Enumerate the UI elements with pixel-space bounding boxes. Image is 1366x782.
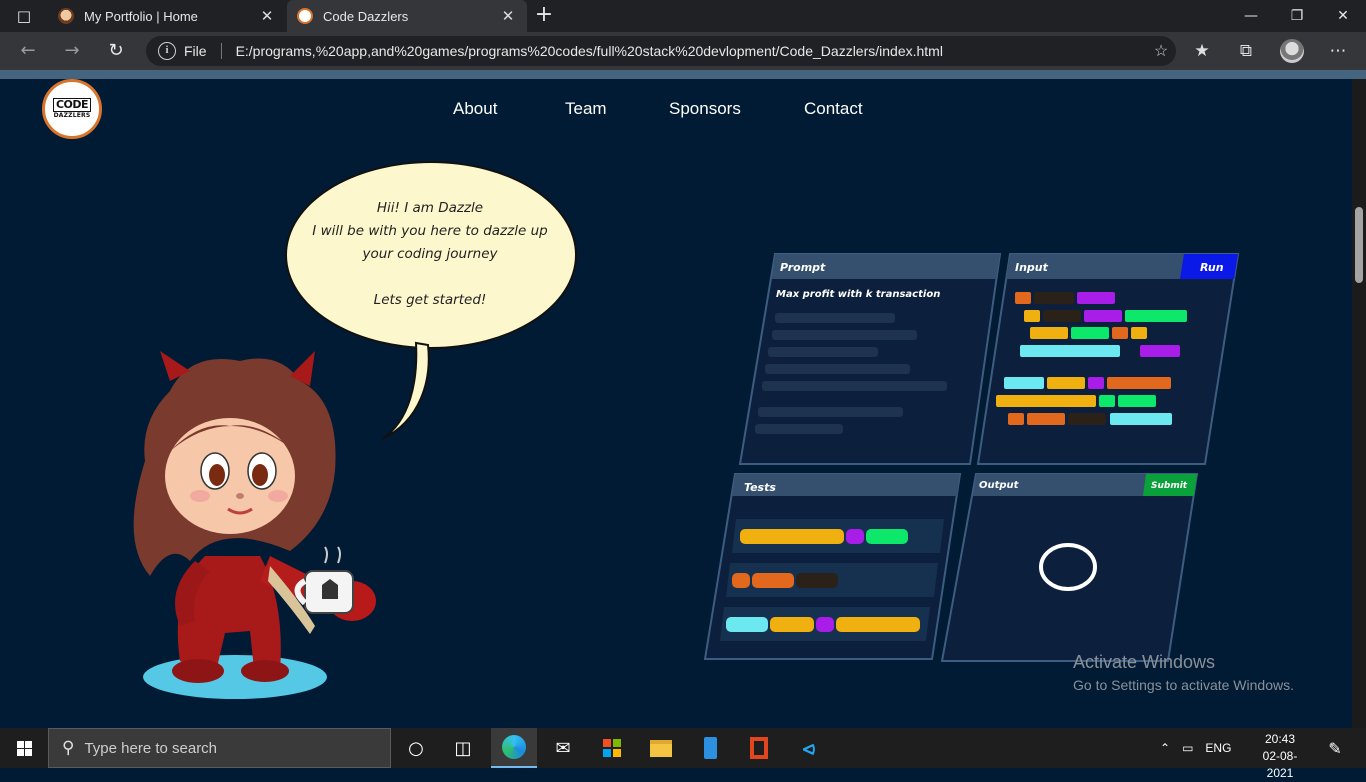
start-button[interactable] — [0, 728, 48, 768]
refresh-icon[interactable]: ↻ — [103, 39, 129, 63]
window-close-icon[interactable]: ✕ — [1320, 0, 1366, 32]
forward-icon[interactable]: → — [59, 39, 85, 63]
menu-icon[interactable]: ⋯ — [1324, 39, 1352, 63]
code-editor-illustration: Prompt Max profit with k transaction Inp… — [703, 253, 1240, 662]
notifications-icon[interactable]: ✎ — [1312, 728, 1358, 768]
tests-title: Tests — [744, 481, 776, 494]
scrollbar-thumb[interactable] — [1355, 207, 1363, 283]
run-button-label: Run — [1200, 261, 1224, 274]
taskbar-clock[interactable]: 20:43 02-08-2021 — [1255, 731, 1305, 782]
input-title: Input — [1015, 261, 1049, 274]
new-tab-icon[interactable]: + — [534, 4, 554, 28]
language-indicator[interactable]: ENG — [1205, 741, 1231, 755]
vscode-icon[interactable]: ⪦ — [786, 728, 832, 768]
edge-browser-icon[interactable] — [491, 728, 537, 768]
watermark-subtitle: Go to Settings to activate Windows. — [1073, 677, 1294, 693]
tab-code-dazzlers[interactable]: Code Dazzlers ✕ — [287, 0, 527, 32]
windows-logo-icon — [16, 740, 32, 756]
store-icon[interactable] — [589, 728, 635, 768]
clock-date: 02-08-2021 — [1262, 749, 1298, 780]
tab-close-icon[interactable]: ✕ — [258, 7, 276, 25]
mail-icon[interactable]: ✉ — [540, 728, 586, 768]
page-viewport: CODE DAZZLERS About Team Sponsors Contac… — [0, 79, 1352, 728]
prompt-heading: Max profit with k transaction — [776, 289, 940, 300]
nav-contact[interactable]: Contact — [804, 99, 863, 119]
task-view-icon[interactable]: ◫ — [440, 728, 486, 768]
portfolio-favicon-icon — [58, 8, 74, 24]
address-bar[interactable]: i File E:/programs,%20app,and%20games/pr… — [146, 36, 1176, 66]
clock-time: 20:43 — [1264, 732, 1296, 746]
logo-text-code: CODE — [52, 98, 92, 112]
tab-title: My Portfolio | Home — [84, 8, 198, 24]
back-icon[interactable]: ← — [15, 39, 41, 63]
speech-line-1: Hii! I am Dazzle — [376, 200, 484, 216]
address-divider — [220, 43, 222, 59]
favorites-icon[interactable]: ★ — [1188, 39, 1216, 63]
site-info-icon[interactable]: i — [158, 42, 176, 60]
submit-button-label: Submit — [1151, 481, 1188, 491]
search-placeholder: Type here to search — [84, 739, 218, 757]
collections-icon[interactable]: ⧉ — [1232, 39, 1260, 63]
battery-icon[interactable]: ▭ — [1182, 741, 1193, 755]
profile-avatar[interactable] — [1280, 39, 1304, 63]
browser-toolbar: ← → ↻ i File E:/programs,%20app,and%20ga… — [0, 32, 1366, 70]
logo-text-dazzlers: DAZZLERS — [53, 112, 91, 119]
windows-taskbar: ⚲ Type here to search ○ ◫ ✉ ⪦ ⌃ ▭ ENG 20… — [0, 728, 1366, 780]
tab-title: Code Dazzlers — [323, 8, 409, 24]
file-explorer-icon[interactable] — [638, 728, 684, 768]
minimize-icon[interactable]: — — [1228, 0, 1274, 32]
tab-close-icon[interactable]: ✕ — [499, 7, 517, 25]
speech-line-2: I will be with you here to dazzle up — [312, 223, 548, 239]
restore-icon[interactable]: ❐ — [1274, 0, 1320, 32]
show-hidden-icons-icon[interactable]: ⌃ — [1160, 741, 1170, 755]
add-favorite-icon[interactable]: ☆ — [1146, 41, 1176, 61]
nav-sponsors[interactable]: Sponsors — [669, 99, 741, 119]
watermark-title: Activate Windows — [1073, 652, 1216, 672]
browser-tab-strip: □ My Portfolio | Home ✕ Code Dazzlers ✕ … — [0, 0, 1366, 32]
system-tray: ⌃ ▭ ENG — [1160, 728, 1231, 768]
speech-bubble-tail — [381, 341, 430, 440]
taskbar-search-box[interactable]: ⚲ Type here to search — [48, 728, 391, 768]
output-title: Output — [979, 480, 1020, 491]
cortana-icon[interactable]: ○ — [393, 728, 439, 768]
speech-line-3: your coding journey — [362, 246, 498, 262]
office-icon[interactable] — [736, 728, 782, 768]
nav-about[interactable]: About — [453, 99, 497, 119]
nav-team[interactable]: Team — [565, 99, 607, 119]
address-scheme-label: File — [184, 43, 207, 59]
prompt-title: Prompt — [780, 261, 826, 274]
dazzle-mascot-illustration — [133, 351, 376, 699]
tab-actions-icon[interactable]: □ — [8, 5, 40, 27]
address-url[interactable]: E:/programs,%20app,and%20games/programs%… — [236, 43, 1146, 59]
speech-line-4: Lets get started! — [373, 292, 487, 308]
search-icon: ⚲ — [62, 738, 75, 757]
speech-text: Hii! I am Dazzle I will be with you here… — [295, 197, 565, 312]
site-logo[interactable]: CODE DAZZLERS — [42, 79, 102, 139]
activate-windows-watermark: Activate Windows Go to Settings to activ… — [1073, 651, 1294, 695]
phone-app-icon[interactable] — [687, 728, 733, 768]
code-dazzlers-favicon-icon — [297, 8, 313, 24]
tab-my-portfolio[interactable]: My Portfolio | Home ✕ — [48, 0, 286, 32]
page-top-stripe — [0, 70, 1366, 79]
page-scrollbar[interactable] — [1352, 79, 1366, 728]
